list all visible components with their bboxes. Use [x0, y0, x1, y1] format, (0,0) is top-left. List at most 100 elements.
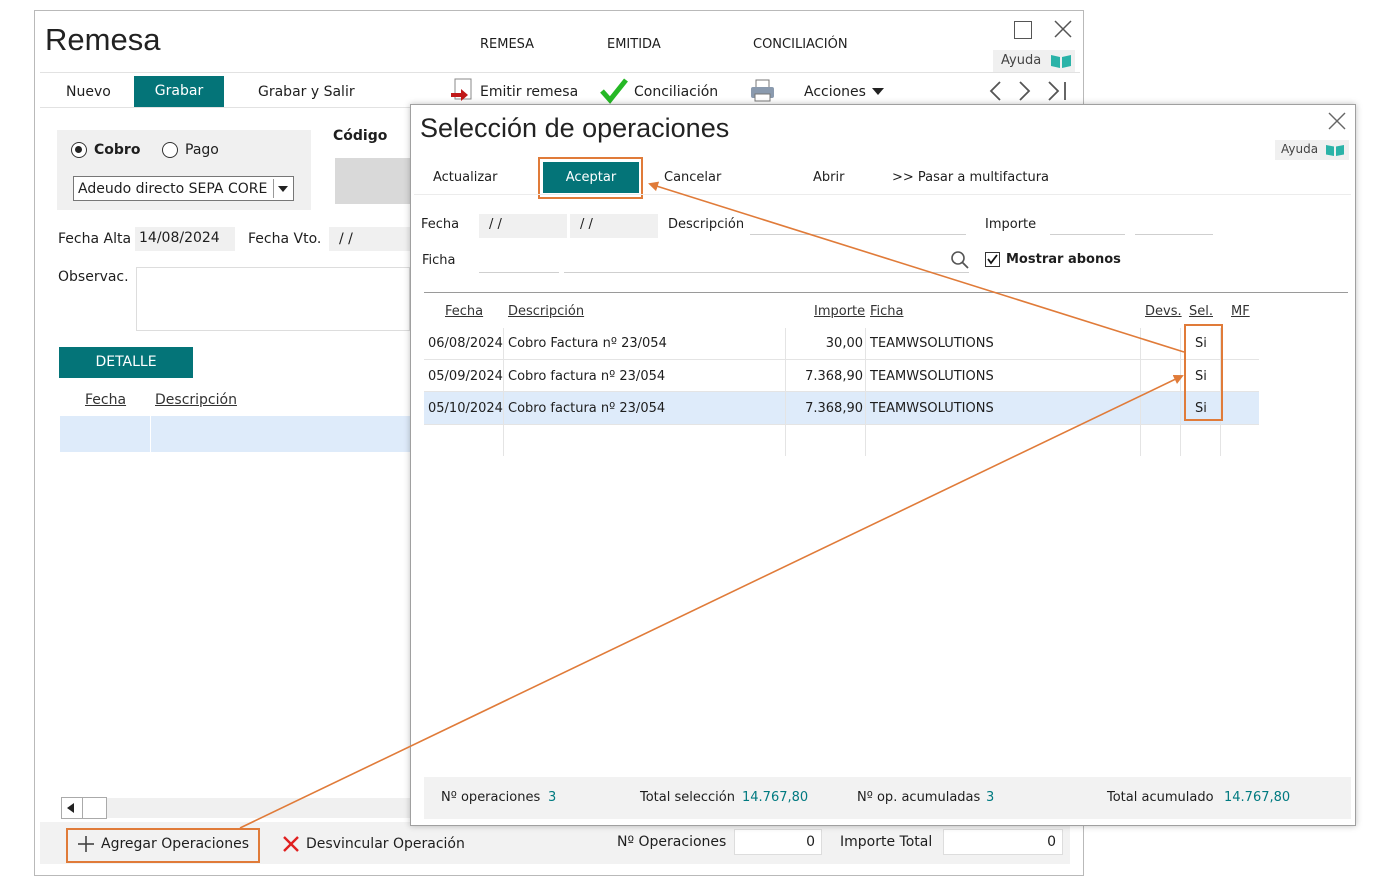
grabar-button[interactable]: Grabar: [134, 76, 224, 107]
filter-fecha-label: Fecha: [421, 217, 460, 232]
n-operaciones-label: Nº Operaciones: [617, 834, 727, 850]
filter-fecha-to[interactable]: / /: [570, 214, 658, 238]
filter-fecha-from[interactable]: / /: [479, 214, 567, 238]
filter-descripcion-label: Descripción: [668, 217, 745, 232]
toolbar-divider: [40, 107, 410, 108]
cobro-label: Cobro: [94, 142, 141, 158]
acciones-label: Acciones: [804, 84, 866, 100]
row-ficha: TEAMWSOLUTIONS: [870, 401, 994, 416]
col-devs-header[interactable]: Devs.: [1145, 304, 1182, 319]
filter-ficha-name[interactable]: [564, 253, 969, 273]
abrir-button[interactable]: Abrir: [813, 170, 844, 185]
row-importe: 30,00: [825, 336, 863, 351]
footer-total-acumulado-value: 14.767,80: [1224, 790, 1291, 805]
cobro-radio[interactable]: [71, 142, 87, 158]
n-operaciones-field: 0: [734, 829, 822, 855]
fecha-alta-value: 14/08/2024: [139, 230, 220, 246]
seleccion-operaciones-dialog: [410, 104, 1356, 826]
row-ficha: TEAMWSOLUTIONS: [870, 336, 994, 351]
mostrar-abonos-checkbox[interactable]: [985, 252, 1000, 267]
actualizar-button[interactable]: Actualizar: [433, 170, 497, 185]
help-label: Ayuda: [1001, 53, 1042, 68]
detalle-grid-line: [150, 416, 151, 452]
col-descripcion-header[interactable]: Descripción: [155, 392, 237, 408]
filter-fecha-to-value: / /: [580, 217, 593, 232]
filter-ficha-code[interactable]: [479, 253, 559, 273]
row-descripcion: Cobro Factura nº 23/054: [508, 336, 667, 351]
row-importe: 7.368,90: [805, 369, 863, 384]
detalle-row[interactable]: [60, 416, 410, 452]
prev-icon: [989, 81, 1001, 101]
scroll-left-icon[interactable]: [64, 802, 78, 814]
fecha-alta-label: Fecha Alta: [58, 231, 132, 247]
fecha-vto-field[interactable]: / /: [329, 227, 410, 251]
acciones-dropdown[interactable]: Acciones: [804, 80, 890, 104]
grabar-salir-button[interactable]: Grabar y Salir: [258, 84, 355, 100]
red-x-icon: [283, 836, 299, 852]
emit-document-icon: [451, 78, 472, 101]
filter-importe-label: Importe: [985, 217, 1037, 232]
pago-label: Pago: [185, 142, 219, 158]
last-icon: [1048, 81, 1066, 101]
filter-descripcion-input[interactable]: [750, 215, 966, 235]
importe-total-label: Importe Total: [840, 834, 933, 850]
footer-n-operaciones-value: 3: [548, 790, 557, 805]
pasar-multifactura-button[interactable]: >> Pasar a multifactura: [892, 170, 1049, 185]
col-fecha-header[interactable]: Fecha: [445, 304, 483, 319]
tipo-value: Adeudo directo SEPA CORE: [78, 181, 268, 197]
col-sel-header[interactable]: Sel.: [1189, 304, 1213, 319]
footer-n-op-acumuladas-value: 3: [986, 790, 995, 805]
pago-radio[interactable]: [162, 142, 178, 158]
filter-importe-to[interactable]: [1135, 215, 1213, 235]
row-ficha: TEAMWSOLUTIONS: [870, 369, 994, 384]
observ-textarea[interactable]: [136, 267, 410, 331]
col-descripcion-header[interactable]: Descripción: [508, 304, 584, 319]
printer-icon[interactable]: [749, 78, 776, 104]
maximize-icon[interactable]: [1014, 21, 1032, 39]
close-icon[interactable]: [1053, 19, 1073, 39]
chevron-down-icon: [273, 179, 291, 198]
filter-ficha-label: Ficha: [422, 253, 456, 268]
fecha-vto-label: Fecha Vto.: [248, 231, 322, 247]
fecha-vto-value: / /: [339, 231, 353, 247]
desvincular-operacion-button[interactable]: Desvincular Operación: [282, 834, 467, 856]
cancelar-button[interactable]: Cancelar: [664, 170, 721, 185]
nuevo-button[interactable]: Nuevo: [66, 84, 111, 100]
dialog-title: Selección de operaciones: [420, 113, 730, 143]
dialog-help-button[interactable]: Ayuda: [1275, 140, 1349, 160]
mostrar-abonos-label: Mostrar abonos: [1006, 252, 1121, 267]
help-button[interactable]: Ayuda: [993, 50, 1075, 72]
search-icon[interactable]: [950, 250, 970, 270]
conciliacion-label: Conciliación: [634, 84, 719, 100]
detalle-tab[interactable]: DETALLE: [59, 347, 193, 378]
col-fecha-header[interactable]: Fecha: [85, 392, 126, 408]
conciliacion-button[interactable]: Conciliación: [600, 78, 725, 104]
col-ficha-header[interactable]: Ficha: [870, 304, 904, 319]
scroll-track[interactable]: [107, 798, 410, 818]
record-navigation[interactable]: [986, 80, 1072, 102]
codigo-label: Código: [333, 128, 388, 144]
horizontal-scrollbar[interactable]: [61, 797, 107, 819]
footer-total-seleccion-label: Total selección: [640, 790, 735, 805]
col-importe-header[interactable]: Importe: [814, 304, 865, 319]
title-divider: [40, 72, 1080, 73]
observ-label: Observac.: [58, 269, 129, 285]
book-icon: [1326, 145, 1344, 156]
col-mf-header[interactable]: MF: [1231, 304, 1250, 319]
emitir-remesa-button[interactable]: Emitir remesa: [449, 78, 578, 104]
row-descripcion: Cobro factura nº 23/054: [508, 369, 666, 384]
filter-importe-from[interactable]: [1050, 215, 1125, 235]
status-tab-remesa[interactable]: REMESA: [480, 37, 534, 52]
checkmark-icon: [600, 78, 628, 104]
filter-fecha-from-value: / /: [489, 217, 502, 232]
tipo-select[interactable]: Adeudo directo SEPA CORE: [73, 176, 294, 201]
fecha-alta-field[interactable]: 14/08/2024: [135, 227, 235, 251]
row-fecha: 05/09/2024: [428, 369, 503, 384]
footer-n-operaciones-label: Nº operaciones: [441, 790, 541, 805]
status-tab-emitida[interactable]: EMITIDA: [607, 37, 661, 52]
dialog-close-icon[interactable]: [1328, 112, 1346, 130]
codigo-field[interactable]: [335, 158, 410, 204]
status-tab-conciliacion[interactable]: CONCILIACIÓN: [753, 37, 848, 52]
annotation-box-sel: [1184, 324, 1223, 421]
annotation-box-agregar: [66, 828, 260, 863]
